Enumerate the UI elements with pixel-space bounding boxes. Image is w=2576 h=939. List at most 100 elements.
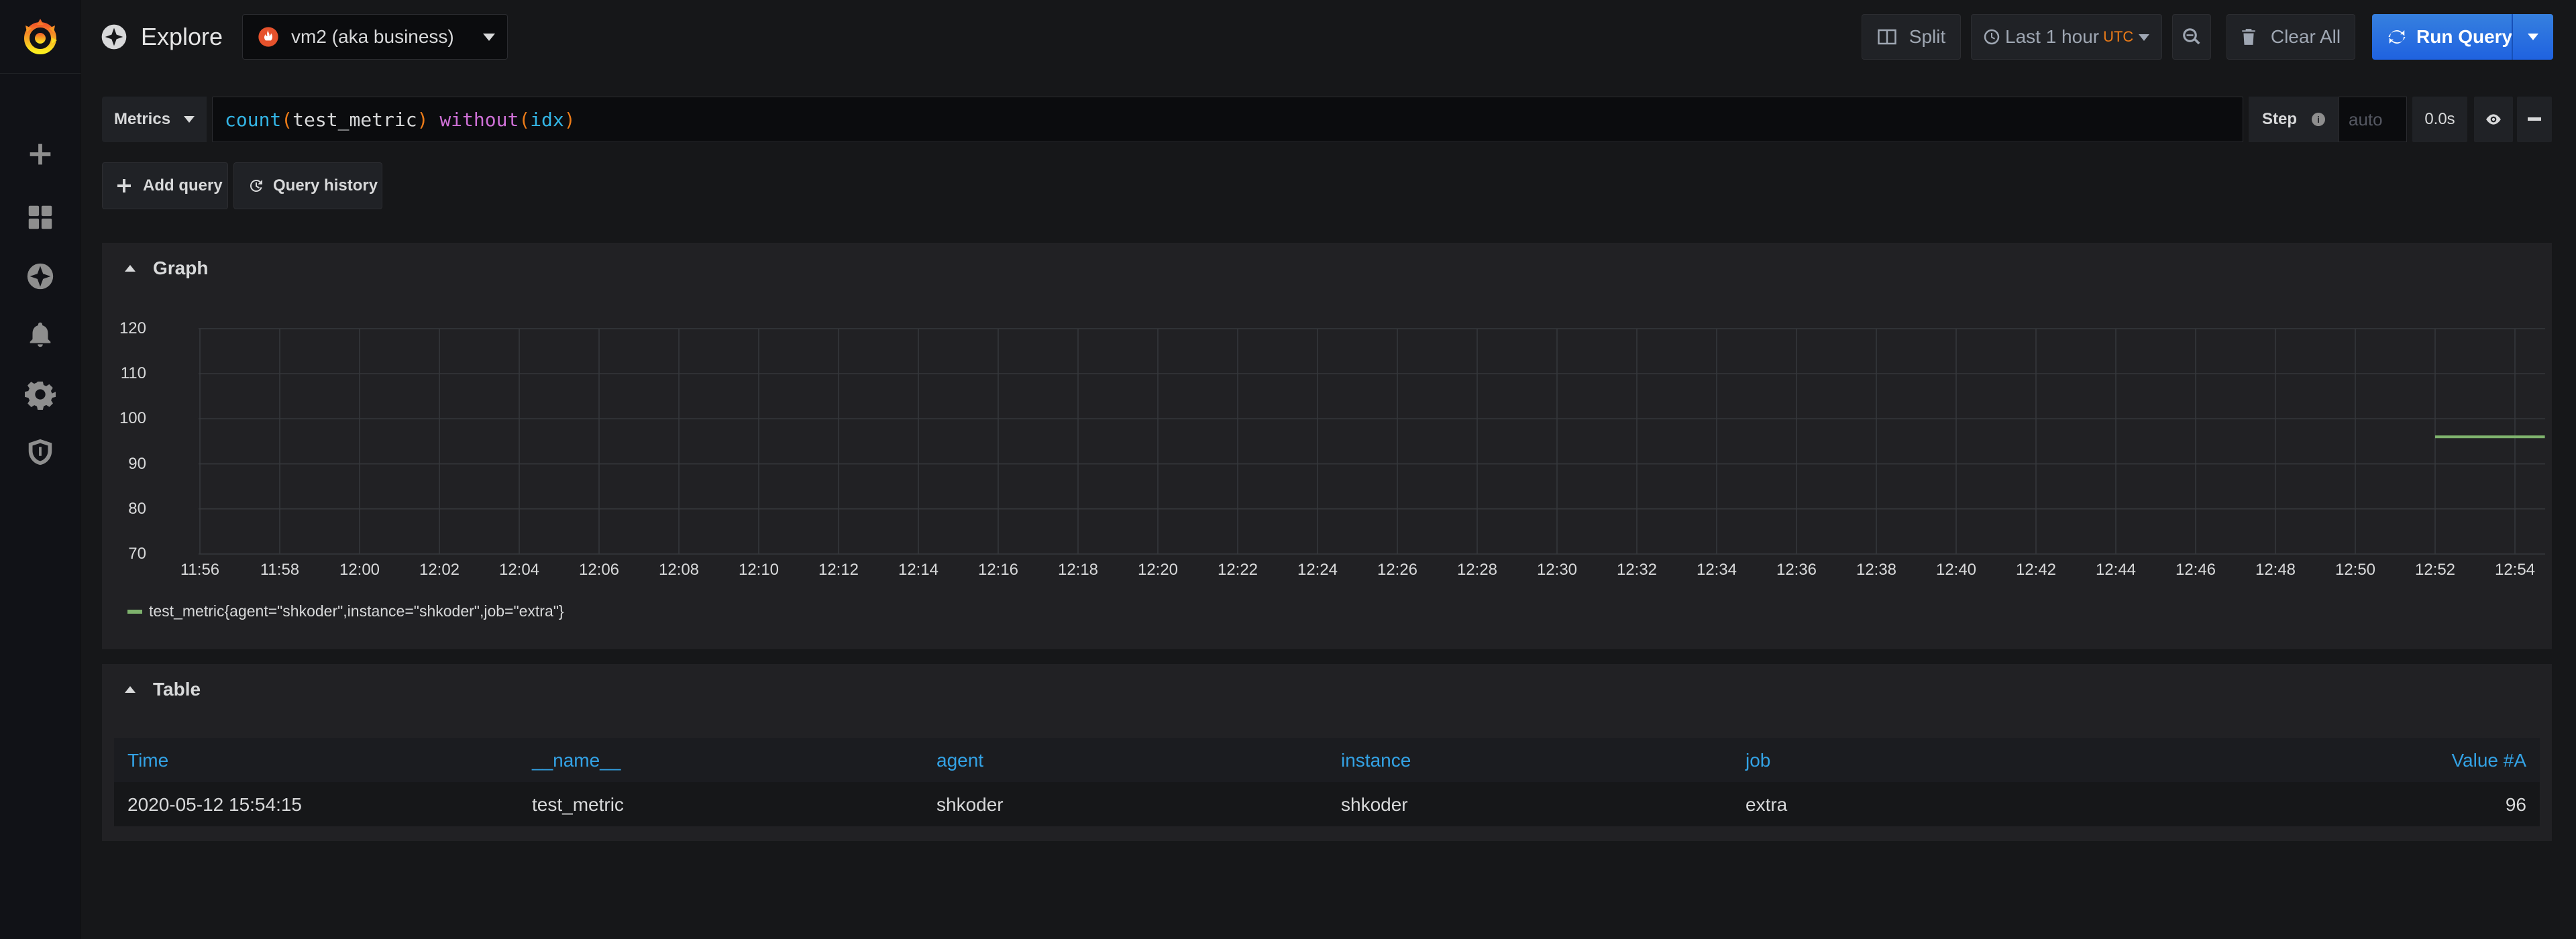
remove-query-button[interactable]: [2517, 97, 2552, 142]
column-header-name[interactable]: __name__: [532, 750, 621, 771]
split-label: Split: [1909, 26, 1946, 47]
x-tick-label: 12:48: [2255, 561, 2296, 579]
query-history-button[interactable]: Query history: [233, 162, 382, 209]
column-header-agent[interactable]: agent: [936, 750, 983, 771]
cell-time: 2020-05-12 15:54:15: [127, 794, 302, 815]
query-token-keyword: without: [439, 108, 519, 131]
y-tick-label: 90: [128, 454, 146, 473]
x-tick-label: 12:42: [2015, 561, 2057, 579]
run-query-label: Run Query: [2416, 26, 2513, 47]
x-tick-label: 12:40: [1935, 561, 1977, 579]
x-tick-label: 12:46: [2175, 561, 2216, 579]
query-token-metric: test_metric: [292, 108, 417, 131]
server-admin-shield-icon[interactable]: [0, 432, 80, 472]
datasource-logo-icon: [258, 27, 278, 47]
x-tick-label: 12:04: [498, 561, 540, 579]
history-icon: [250, 179, 262, 192]
datasource-picker[interactable]: vm2 (aka business): [242, 14, 508, 60]
metrics-label: Metrics: [114, 110, 171, 128]
x-tick-label: 12:44: [2095, 561, 2137, 579]
plus-icon: [117, 179, 131, 192]
query-token-paren: (: [519, 108, 531, 131]
x-tick-label: 12:30: [1536, 561, 1578, 579]
sidebar: [0, 0, 80, 939]
x-tick-label: 12:38: [1856, 561, 1897, 579]
split-button[interactable]: Split: [1862, 14, 1961, 60]
table-row: 2020-05-12 15:54:15 test_metric shkoder …: [114, 782, 2540, 826]
step-value-text: 0.0s: [2424, 110, 2455, 128]
metrics-dropdown[interactable]: Metrics: [102, 97, 207, 142]
column-header-value[interactable]: Value #A: [2451, 750, 2526, 771]
table-panel: Table Time __name__ agent instance job V…: [102, 664, 2552, 841]
explore-toolbar: Explore vm2 (aka business) Split Last 1 …: [80, 0, 2576, 74]
results-table: Time __name__ agent instance job Value #…: [114, 738, 2540, 826]
column-header-job[interactable]: job: [1746, 750, 1770, 771]
x-tick-label: 12:36: [1776, 561, 1817, 579]
add-query-button[interactable]: Add query: [102, 162, 228, 209]
x-tick-label: 12:16: [977, 561, 1019, 579]
alerting-bell-icon[interactable]: [0, 315, 80, 355]
grafana-logo[interactable]: [0, 0, 80, 74]
query-token-paren: (: [281, 108, 293, 131]
configuration-gear-icon[interactable]: [0, 374, 80, 415]
cell-instance[interactable]: shkoder: [1341, 794, 1408, 816]
timezone-label: UTC: [2103, 28, 2134, 45]
x-tick-label: 12:06: [578, 561, 620, 579]
query-token-function: count: [225, 108, 282, 131]
eye-icon: [2486, 114, 2501, 125]
query-history-label: Query history: [273, 176, 378, 195]
y-tick-label: 110: [120, 364, 146, 383]
explore-compass-icon[interactable]: [0, 256, 80, 296]
datasource-name: vm2 (aka business): [291, 26, 454, 47]
add-query-label: Add query: [143, 176, 223, 195]
clear-all-button[interactable]: Clear All: [2226, 14, 2355, 60]
x-tick-label: 12:20: [1137, 561, 1179, 579]
cell-job[interactable]: extra: [1746, 794, 1787, 816]
cell-value: 96: [2505, 794, 2526, 815]
y-tick-label: 100: [119, 409, 146, 428]
cell-agent[interactable]: shkoder: [936, 794, 1004, 816]
column-header-instance[interactable]: instance: [1341, 750, 1411, 771]
zoom-out-button[interactable]: [2172, 14, 2211, 60]
x-tick-label: 12:08: [658, 561, 700, 579]
column-header-time[interactable]: Time: [127, 750, 168, 771]
x-tick-label: 12:00: [339, 561, 380, 579]
query-editor[interactable]: count(test_metric) without(idx): [212, 97, 2243, 142]
step-placeholder: auto: [2349, 109, 2383, 129]
chevron-down-icon: [2139, 34, 2149, 41]
x-tick-label: 12:02: [419, 561, 460, 579]
explore-compass-icon: [101, 24, 127, 50]
run-query-button[interactable]: Run Query: [2372, 14, 2553, 60]
graph-chart[interactable]: 120 110 100 90 80 70 11:56 11:58 12:00 12:02 12:04…: [102, 243, 2552, 649]
time-range-label: Last 1 hour: [2005, 26, 2100, 47]
clear-all-label: Clear All: [2270, 26, 2341, 47]
time-range-picker[interactable]: Last 1 hour UTC: [1971, 14, 2162, 60]
x-tick-label: 12:24: [1297, 561, 1338, 579]
x-tick-label: 12:34: [1696, 561, 1737, 579]
x-tick-label: 12:14: [898, 561, 939, 579]
chevron-down-icon[interactable]: [2528, 34, 2538, 40]
table-panel-header[interactable]: Table: [125, 679, 201, 700]
grafana-logo-icon: [24, 18, 57, 54]
info-icon[interactable]: i: [2312, 113, 2325, 126]
x-tick-label: 12:54: [2494, 561, 2536, 579]
x-tick-label: 12:22: [1217, 561, 1258, 579]
page-title-text: Explore: [141, 23, 223, 50]
x-tick-label: 12:28: [1456, 561, 1498, 579]
dashboards-icon[interactable]: [0, 197, 80, 237]
chevron-down-icon: [483, 34, 495, 41]
step-input[interactable]: auto: [2339, 97, 2407, 142]
y-tick-label: 70: [128, 545, 146, 563]
legend-swatch: [127, 609, 142, 614]
x-tick-label: 12:18: [1057, 561, 1099, 579]
step-value: 0.0s: [2412, 97, 2467, 142]
split-icon: [1878, 29, 1896, 45]
step-label: Step i: [2249, 97, 2339, 142]
graph-legend[interactable]: test_metric{agent="shkoder",instance="sh…: [127, 602, 564, 620]
query-token-paren: ): [564, 108, 576, 131]
create-plus-icon[interactable]: [0, 134, 80, 174]
query-token-label: idx: [530, 108, 564, 131]
chevron-up-icon[interactable]: [125, 686, 136, 693]
toggle-visibility-button[interactable]: [2474, 97, 2513, 142]
page-title: Explore: [101, 17, 223, 56]
